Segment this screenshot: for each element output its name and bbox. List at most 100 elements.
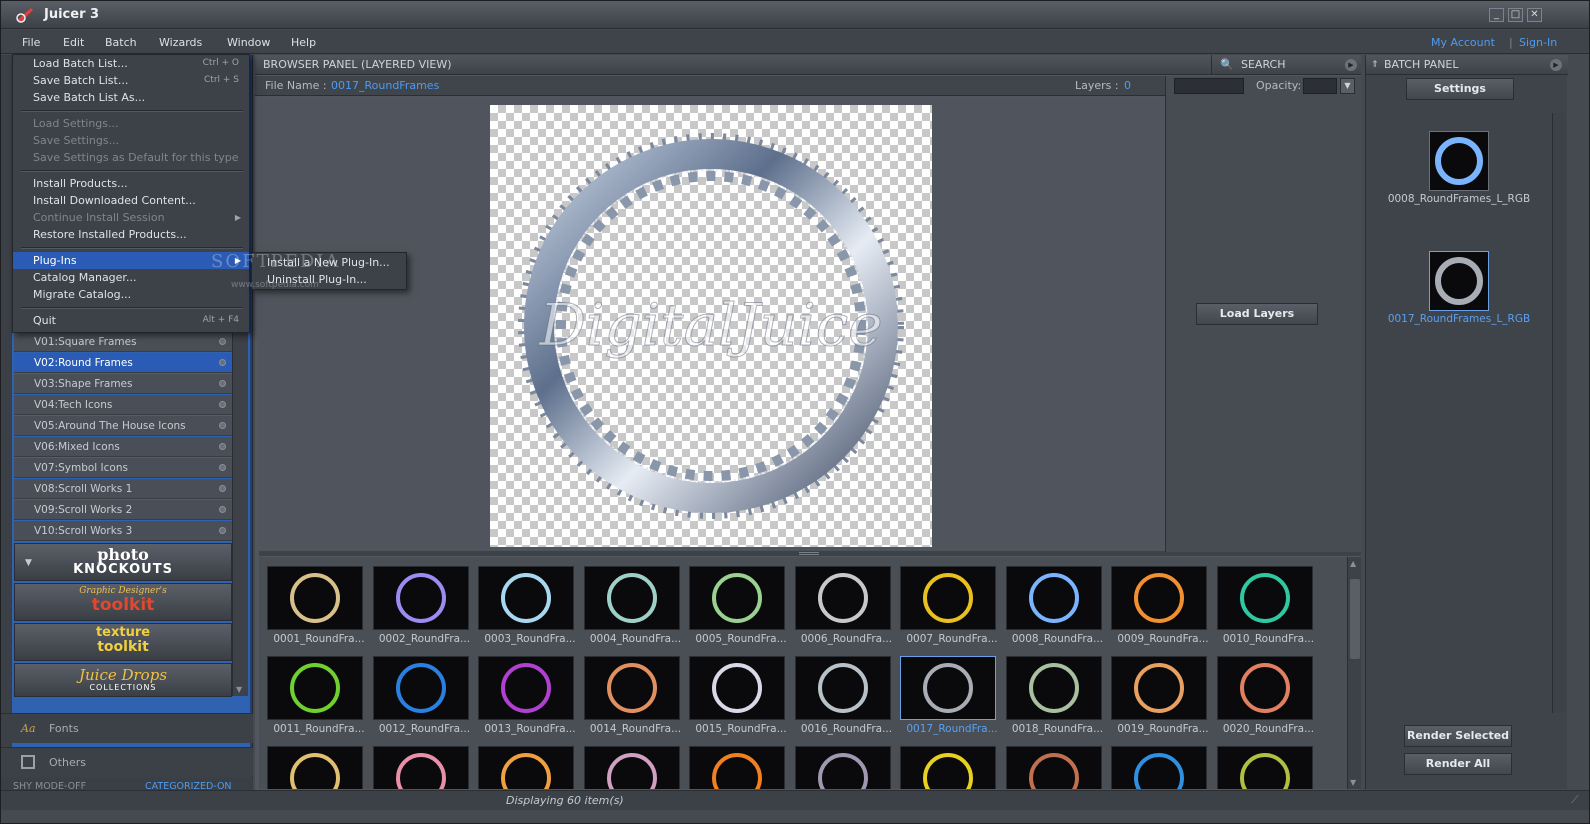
tab-others[interactable]: Others [1,747,253,777]
close-button[interactable]: ✕ [1527,8,1542,22]
menu-item-save-batch-list-as[interactable]: Save Batch List As... [13,89,249,106]
brand-photo-knockouts[interactable]: ▼ photo KNOCKOUTS [14,543,232,581]
thumbnail-item[interactable]: 0010_RoundFra... [1215,566,1315,646]
scroll-down-icon[interactable]: ▼ [1350,778,1356,787]
status-bar: Displaying 60 item(s) ⟋ [1,790,1589,810]
thumbnail-image [267,656,363,720]
batch-panel: ⇑ BATCH PANEL ▶ Settings 0008_RoundFrame… [1365,55,1568,789]
minimize-button[interactable]: _ [1489,8,1504,22]
thumbnail-item[interactable]: 0004_RoundFra... [582,566,682,646]
thumbnail-item[interactable]: 0014_RoundFra... [582,656,682,736]
batch-scrollbar[interactable] [1552,113,1566,713]
menu-item-install-products[interactable]: Install Products... [13,175,249,192]
thumbnail-item[interactable]: 0002_RoundFra... [371,566,471,646]
thumbnail-item[interactable] [371,746,471,789]
thumbnail-item[interactable]: 0012_RoundFra... [371,656,471,736]
thumbnail-item[interactable]: 0017_RoundFra... [898,656,998,736]
ring-frame-shape [1239,753,1290,789]
resize-grip-icon[interactable]: ⟋ [1571,793,1579,807]
scroll-thumb[interactable] [1350,579,1360,659]
category-label: V09:Scroll Works 2 [34,504,133,516]
batch-item[interactable]: 0017_RoundFrames_L_RGB [1384,251,1534,325]
collapse-arrow-icon[interactable]: ▼ [25,558,32,568]
thumbnail-item[interactable]: 0007_RoundFra... [898,566,998,646]
menu-item-quit[interactable]: Quit Alt + F4 [13,312,249,329]
menu-help[interactable]: Help [291,36,316,49]
thumbnail-item[interactable] [582,746,682,789]
thumbnail-item[interactable]: 0019_RoundFra... [1109,656,1209,736]
settings-button[interactable]: Settings [1406,78,1514,100]
scroll-down-icon[interactable]: ▼ [236,685,242,694]
brand-graphic-designers-toolkit[interactable]: Graphic Designer's toolkit [14,583,232,621]
thumbnail-item[interactable]: 0006_RoundFra... [793,566,893,646]
thumbnail-image [1005,656,1102,720]
render-selected-button[interactable]: Render Selected [1404,725,1512,747]
load-layers-button[interactable]: Load Layers [1196,303,1318,325]
batch-item[interactable]: 0008_RoundFrames_L_RGB [1384,131,1534,205]
render-all-button[interactable]: Render All [1404,753,1512,775]
thumbnail-scrollbar[interactable]: ▲ ▼ [1347,557,1361,789]
batch-menu-icon[interactable]: ▶ [1550,59,1562,71]
thumbnail-image [900,566,996,630]
thumbnail-item[interactable] [898,746,998,789]
menu-wizards[interactable]: Wizards [159,36,202,49]
thumbnail-item[interactable]: 0015_RoundFra... [687,656,787,736]
scroll-up-icon[interactable]: ▲ [1350,559,1356,568]
thumbnail-item[interactable] [1004,746,1104,789]
search-box[interactable]: 🔍 SEARCH ▶ [1211,55,1361,75]
menu-item-save-batch-list[interactable]: Save Batch List... Ctrl + S [13,72,249,89]
category-item[interactable]: V08:Scroll Works 1 [14,479,232,499]
ring-frame-shape [501,753,551,789]
thumbnail-item[interactable]: 0009_RoundFra... [1109,566,1209,646]
thumbnail-item[interactable]: 0013_RoundFra... [476,656,576,736]
brand-juice-drops[interactable]: Juice Drops COLLECTIONS [14,663,232,697]
brand-texture-toolkit[interactable]: texture toolkit [14,623,232,661]
menu-item-load-batch-list[interactable]: Load Batch List... Ctrl + O [13,55,249,72]
menu-item-restore-installed[interactable]: Restore Installed Products... [13,226,249,243]
thumbnail-item[interactable]: 0003_RoundFra... [476,566,576,646]
thumbnail-item[interactable] [1109,746,1209,789]
thumbnail-item[interactable] [1215,746,1315,789]
menu-edit[interactable]: Edit [63,36,84,49]
softpedia-url-watermark: www.softpedia.com [231,280,319,290]
sign-in-link[interactable]: Sign-In [1519,36,1557,49]
ring-frame-image [395,753,446,789]
thumbnail-item[interactable]: 0016_RoundFra... [793,656,893,736]
opacity-dropdown-icon[interactable]: ▼ [1340,78,1355,94]
menu-item-install-downloaded[interactable]: Install Downloaded Content... [13,192,249,209]
thumbnail-item[interactable] [793,746,893,789]
menu-batch[interactable]: Batch [105,36,137,49]
my-account-link[interactable]: My Account [1431,36,1495,49]
maximize-button[interactable]: □ [1508,8,1523,22]
thumbnail-item[interactable] [265,746,365,789]
category-item[interactable]: V10:Scroll Works 3 [14,521,232,541]
thumbnail-item[interactable]: 0008_RoundFra... [1004,566,1104,646]
category-item[interactable]: V06:Mixed Icons [14,437,232,457]
menu-file[interactable]: File [22,36,40,49]
thumbnail-item[interactable] [476,746,576,789]
menu-item-label: Install Products... [33,177,128,190]
category-item[interactable]: V05:Around The House Icons [14,416,232,436]
category-item[interactable]: V07:Symbol Icons [14,458,232,478]
search-label: SEARCH [1241,58,1286,71]
layer-name-field[interactable] [1174,78,1244,94]
thumbnail-label: 0019_RoundFra... [1117,723,1209,735]
thumbnail-item[interactable]: 0011_RoundFra... [265,656,365,736]
tab-fonts[interactable]: Aa Fonts [1,713,253,743]
category-item[interactable]: V03:Shape Frames [14,374,232,394]
opacity-field[interactable] [1303,78,1337,94]
category-item[interactable]: V04:Tech Icons [14,395,232,415]
thumbnail-item[interactable] [687,746,787,789]
collapse-icon[interactable]: ⇑ [1371,55,1379,75]
thumbnail-item[interactable]: 0020_RoundFra... [1215,656,1315,736]
search-go-icon[interactable]: ▶ [1345,59,1357,71]
menu-window[interactable]: Window [227,36,270,49]
thumbnail-item[interactable]: 0005_RoundFra... [687,566,787,646]
category-item[interactable]: V01:Square Frames [14,332,232,352]
ring-frame-image [501,663,551,713]
thumbnail-item[interactable]: 0001_RoundFra... [265,566,365,646]
category-item[interactable]: V02:Round Frames [14,353,232,373]
menu-item-migrate-catalog[interactable]: Migrate Catalog... [13,286,249,303]
thumbnail-item[interactable]: 0018_RoundFra... [1004,656,1104,736]
category-item[interactable]: V09:Scroll Works 2 [14,500,232,520]
